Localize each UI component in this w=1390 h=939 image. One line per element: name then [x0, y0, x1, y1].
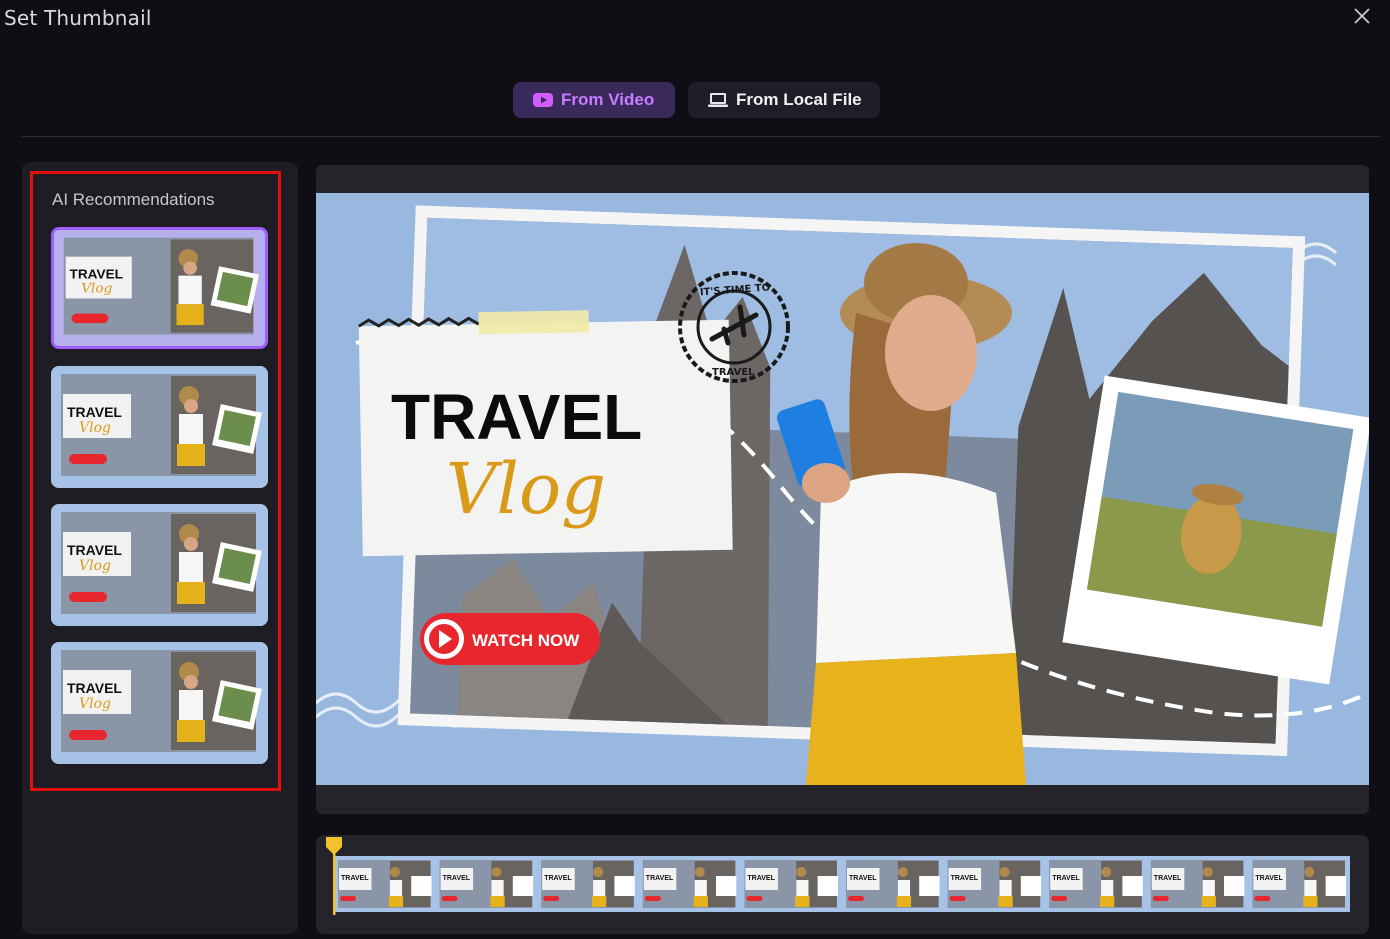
close-icon[interactable]	[1350, 4, 1374, 28]
timeline-playhead[interactable]	[325, 835, 343, 915]
tab-from-video[interactable]: From Video	[513, 82, 675, 118]
watch-now-button: WATCH NOW	[420, 613, 600, 665]
thumbnail-preview-frame: TRAVEL Vlog IT'S TIME TO TRAVEL WATCH NO…	[316, 165, 1369, 814]
thumbnail-image: TRAVEL Vlog	[51, 504, 268, 626]
laptop-icon	[708, 93, 728, 107]
timeline-frame-headline: TRAVEL	[341, 875, 369, 882]
timeline-frame: TRAVEL	[740, 856, 841, 912]
source-tabs: From Video From Local File	[0, 82, 1390, 118]
thumbnail-script-text: Vlog	[81, 282, 112, 297]
preview-image: TRAVEL Vlog IT'S TIME TO TRAVEL WATCH NO…	[316, 193, 1369, 785]
tab-from-local-file[interactable]: From Local File	[688, 82, 880, 118]
tab-from-local-file-label: From Local File	[736, 90, 862, 109]
thumbnail-script-text: Vlog	[79, 420, 111, 436]
timeline-frame-headline: TRAVEL	[544, 875, 572, 882]
timeline-frame-headline: TRAVEL	[1154, 875, 1182, 882]
timeline-frame-headline: TRAVEL	[951, 875, 979, 882]
watch-now-label: WATCH NOW	[472, 631, 580, 650]
timeline-frame: TRAVEL	[334, 856, 435, 912]
thumbnail-script-text: Vlog	[79, 696, 111, 712]
stamp-bottom-text: TRAVEL	[712, 367, 755, 378]
header-divider	[22, 136, 1380, 137]
timeline-frame: TRAVEL	[943, 856, 1045, 912]
preview-script-text: Vlog	[446, 448, 606, 530]
preview-headline: TRAVEL	[391, 381, 642, 453]
recommended-thumbnail-4[interactable]: TRAVEL Vlog	[51, 642, 268, 764]
timeline-frame: TRAVEL	[1045, 856, 1146, 912]
timeline-frame-headline: TRAVEL	[646, 875, 674, 882]
thumbnail-image: TRAVEL Vlog	[54, 230, 265, 346]
thumbnail-headline: TRAVEL	[67, 680, 122, 696]
timeline-frame-strip[interactable]: TRAVEL TRAVEL TRAVEL TRAVEL TRAVEL TRAVEL TRAV…	[334, 856, 1350, 912]
tab-from-video-label: From Video	[561, 90, 655, 109]
timeline-frame-headline: TRAVEL	[1052, 875, 1080, 882]
timeline-frame: TRAVEL	[435, 856, 537, 912]
thumbnail-preview: TRAVEL Vlog IT'S TIME TO TRAVEL WATCH NO…	[316, 193, 1369, 785]
timeline-frame: TRAVEL	[1146, 856, 1248, 912]
thumbnail-image: TRAVEL Vlog	[51, 642, 268, 764]
thumbnail-image: TRAVEL Vlog	[51, 366, 268, 488]
dialog-title: Set Thumbnail	[4, 6, 152, 30]
timeline-frame-headline: TRAVEL	[747, 875, 775, 882]
timeline-frames: TRAVEL TRAVEL TRAVEL TRAVEL TRAVEL TRAVEL TRAV…	[334, 856, 1349, 912]
thumbnail-headline: TRAVEL	[67, 404, 122, 420]
recommended-thumbnail-3[interactable]: TRAVEL Vlog	[51, 504, 268, 626]
recommended-thumbnail-2[interactable]: TRAVEL Vlog	[51, 366, 268, 488]
timeline-frame-headline: TRAVEL	[443, 875, 471, 882]
ai-recommendations-title: AI Recommendations	[52, 190, 215, 209]
timeline-frame-headline: TRAVEL	[849, 875, 877, 882]
timeline-frame: TRAVEL	[537, 856, 638, 912]
timeline-frame: TRAVEL	[1248, 856, 1349, 912]
thumbnail-headline: TRAVEL	[70, 267, 123, 282]
timeline-frame: TRAVEL	[842, 856, 943, 912]
timeline-frame-headline: TRAVEL	[1255, 875, 1283, 882]
thumbnail-headline: TRAVEL	[67, 542, 122, 558]
video-play-icon	[533, 93, 553, 107]
timeline-frame: TRAVEL	[638, 856, 740, 912]
recommended-thumbnail-1[interactable]: TRAVEL Vlog	[51, 227, 268, 349]
thumbnail-script-text: Vlog	[79, 558, 111, 574]
